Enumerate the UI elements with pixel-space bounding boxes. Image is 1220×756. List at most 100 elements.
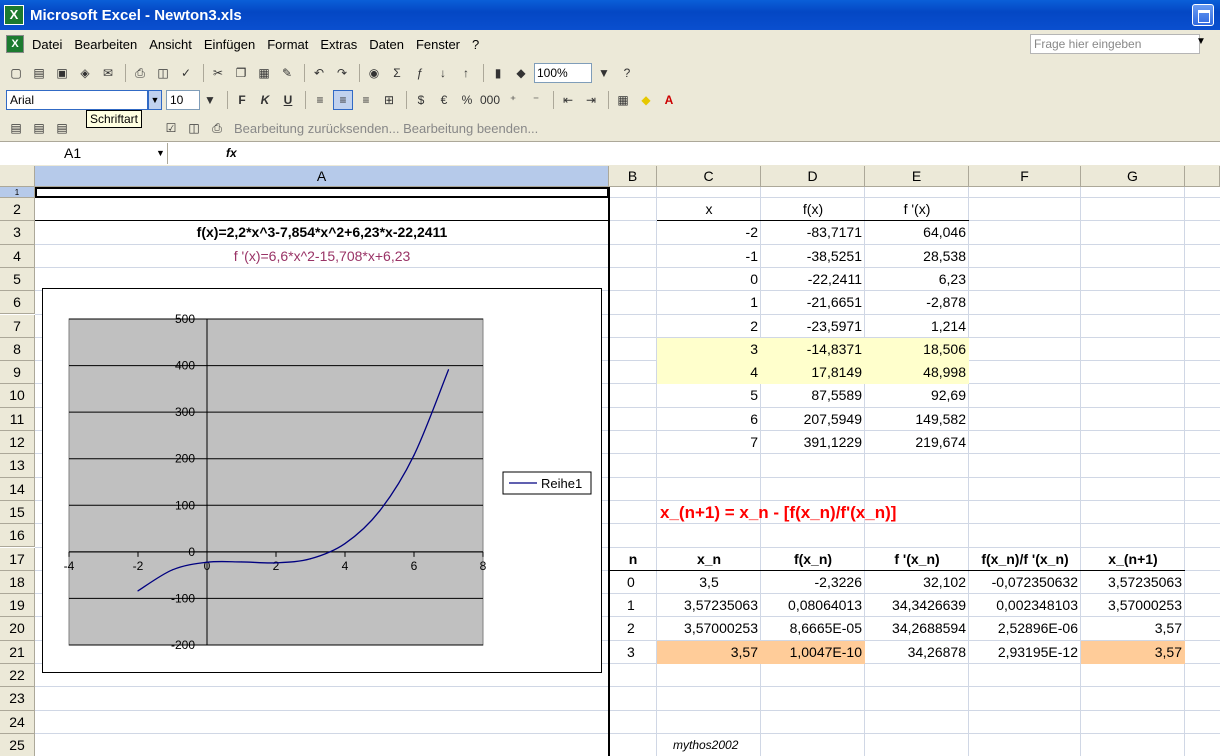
folder-icon[interactable]: ▤ bbox=[52, 118, 72, 138]
table1-cell[interactable]: 48,998 bbox=[865, 361, 969, 385]
row-header-24[interactable]: 24 bbox=[0, 710, 35, 734]
table2-cell[interactable]: 32,102 bbox=[865, 571, 969, 594]
help-search-input[interactable]: Frage hier eingeben bbox=[1030, 34, 1200, 54]
table2-header[interactable]: x_n bbox=[657, 548, 761, 571]
menu-extras[interactable]: Extras bbox=[320, 37, 357, 52]
row-header-4[interactable]: 4 bbox=[0, 244, 35, 268]
paste-icon[interactable]: ▦ bbox=[254, 63, 274, 83]
format-painter-icon[interactable]: ✎ bbox=[277, 63, 297, 83]
workbook-icon[interactable]: X bbox=[6, 35, 24, 53]
table1-cell[interactable]: 1 bbox=[657, 291, 761, 314]
newton-formula[interactable]: x_(n+1) = x_n - [f(x_n)/f'(x_n)] bbox=[657, 501, 1081, 524]
table1-cell[interactable]: 207,5949 bbox=[761, 408, 865, 431]
font-name-select[interactable]: Arial bbox=[6, 90, 148, 110]
underline-icon[interactable]: U bbox=[278, 90, 298, 110]
row-header-3[interactable]: 3 bbox=[0, 221, 35, 245]
table2-cell[interactable]: 3,57 bbox=[1081, 640, 1185, 664]
row-header-1[interactable]: 1 bbox=[0, 187, 35, 198]
row-header-25[interactable]: 25 bbox=[0, 733, 35, 756]
table2-header[interactable]: f(x_n)/f '(x_n) bbox=[969, 548, 1081, 571]
table2-cell[interactable]: 3,57235063 bbox=[657, 594, 761, 617]
row-header-5[interactable]: 5 bbox=[0, 267, 35, 292]
derivative-formula[interactable]: f '(x)=6,6*x^2-15,708*x+6,23 bbox=[35, 245, 609, 268]
table2-cell[interactable]: 2,93195E-12 bbox=[969, 641, 1081, 664]
table1-cell[interactable]: -21,6651 bbox=[761, 291, 865, 314]
menu-bearbeiten[interactable]: Bearbeiten bbox=[74, 37, 137, 52]
select-all-corner[interactable] bbox=[0, 166, 35, 187]
menu-einfuegen[interactable]: Einfügen bbox=[204, 37, 255, 52]
percent-icon[interactable]: % bbox=[457, 90, 477, 110]
print-icon[interactable]: ⎙ bbox=[130, 63, 150, 83]
decrease-decimal-icon[interactable]: ⁻ bbox=[526, 90, 546, 110]
font-color-icon[interactable]: A bbox=[659, 90, 679, 110]
table2-cell[interactable]: 34,2688594 bbox=[865, 617, 969, 640]
row-header-19[interactable]: 19 bbox=[0, 594, 35, 618]
chevron-down-icon[interactable]: ▼ bbox=[594, 63, 614, 83]
table1-cell[interactable]: 3 bbox=[657, 337, 761, 362]
table2-cell[interactable]: 1 bbox=[609, 594, 657, 617]
column-header-blank[interactable] bbox=[1185, 166, 1220, 187]
column-header-c[interactable]: C bbox=[657, 166, 761, 187]
row-header-11[interactable]: 11 bbox=[0, 407, 35, 431]
chevron-down-icon[interactable]: ▼ bbox=[1196, 36, 1206, 47]
table1-cell[interactable]: 28,538 bbox=[865, 245, 969, 268]
fill-color-icon[interactable]: ◆ bbox=[636, 90, 656, 110]
row-header-23[interactable]: 23 bbox=[0, 687, 35, 711]
row-header-15[interactable]: 15 bbox=[0, 500, 35, 525]
column-header-d[interactable]: D bbox=[761, 166, 865, 187]
align-center-icon[interactable]: ≡ bbox=[333, 90, 353, 110]
menu-ansicht[interactable]: Ansicht bbox=[149, 37, 192, 52]
menu-datei[interactable]: Datei bbox=[32, 37, 62, 52]
table1-cell[interactable]: -38,5251 bbox=[761, 245, 865, 268]
sort-asc-icon[interactable]: ↓ bbox=[433, 63, 453, 83]
table1-cell[interactable]: -2,878 bbox=[865, 291, 969, 314]
signature[interactable]: mythos2002 bbox=[657, 734, 865, 756]
row-header-9[interactable]: 9 bbox=[0, 361, 35, 385]
sort-desc-icon[interactable]: ↑ bbox=[456, 63, 476, 83]
table1-cell[interactable]: 0 bbox=[657, 268, 761, 291]
table1-cell[interactable]: 219,674 bbox=[865, 431, 969, 454]
table1-cell[interactable]: -2 bbox=[657, 221, 761, 244]
fx-icon[interactable]: fx bbox=[226, 146, 237, 160]
menu-daten[interactable]: Daten bbox=[369, 37, 404, 52]
align-left-icon[interactable]: ≡ bbox=[310, 90, 330, 110]
table2-cell[interactable]: 2 bbox=[609, 617, 657, 640]
help-icon[interactable]: ? bbox=[617, 63, 637, 83]
align-right-icon[interactable]: ≡ bbox=[356, 90, 376, 110]
folder-icon[interactable]: ▤ bbox=[29, 118, 49, 138]
thousands-icon[interactable]: 000 bbox=[480, 90, 500, 110]
name-box[interactable]: A1 bbox=[0, 143, 168, 164]
table1-cell[interactable]: 391,1229 bbox=[761, 431, 865, 454]
menu-format[interactable]: Format bbox=[267, 37, 308, 52]
font-dropdown-icon[interactable]: ▼ bbox=[148, 90, 162, 110]
print-preview-icon[interactable]: ◫ bbox=[153, 63, 173, 83]
increase-decimal-icon[interactable]: ⁺ bbox=[503, 90, 523, 110]
table1-cell[interactable]: 2 bbox=[657, 315, 761, 338]
row-header-12[interactable]: 12 bbox=[0, 431, 35, 455]
table1-cell[interactable]: -83,7171 bbox=[761, 221, 865, 244]
row-header-22[interactable]: 22 bbox=[0, 664, 35, 688]
table1-cell[interactable]: 6,23 bbox=[865, 268, 969, 291]
table1-cell[interactable]: -1 bbox=[657, 245, 761, 268]
merge-center-icon[interactable]: ⊞ bbox=[379, 90, 399, 110]
table1-cell[interactable]: -14,8371 bbox=[761, 337, 865, 362]
table1-cell[interactable]: 17,8149 bbox=[761, 361, 865, 385]
folder-icon[interactable]: ▤ bbox=[6, 118, 26, 138]
table2-header[interactable]: x_(n+1) bbox=[1081, 548, 1185, 571]
table2-cell[interactable]: 0,002348103 bbox=[969, 594, 1081, 617]
review-actions[interactable]: Bearbeitung zurücksenden... Bearbeitung … bbox=[234, 121, 538, 136]
euro-icon[interactable]: € bbox=[434, 90, 454, 110]
checkbox-icon[interactable]: ☑ bbox=[161, 118, 181, 138]
redo-icon[interactable]: ↷ bbox=[332, 63, 352, 83]
printer-icon[interactable]: ⎙ bbox=[207, 118, 227, 138]
hyperlink-icon[interactable]: ◉ bbox=[364, 63, 384, 83]
table1-cell[interactable]: 6 bbox=[657, 408, 761, 431]
font-size-select[interactable]: 10 bbox=[166, 90, 200, 110]
legend[interactable]: Reihe1 bbox=[502, 471, 592, 495]
table2-cell[interactable]: 3,57000253 bbox=[657, 617, 761, 640]
row-header-14[interactable]: 14 bbox=[0, 477, 35, 501]
row-header-6[interactable]: 6 bbox=[0, 291, 35, 315]
table1-cell[interactable]: 7 bbox=[657, 431, 761, 454]
cut-icon[interactable]: ✂ bbox=[208, 63, 228, 83]
table2-cell[interactable]: 8,6665E-05 bbox=[761, 617, 865, 640]
